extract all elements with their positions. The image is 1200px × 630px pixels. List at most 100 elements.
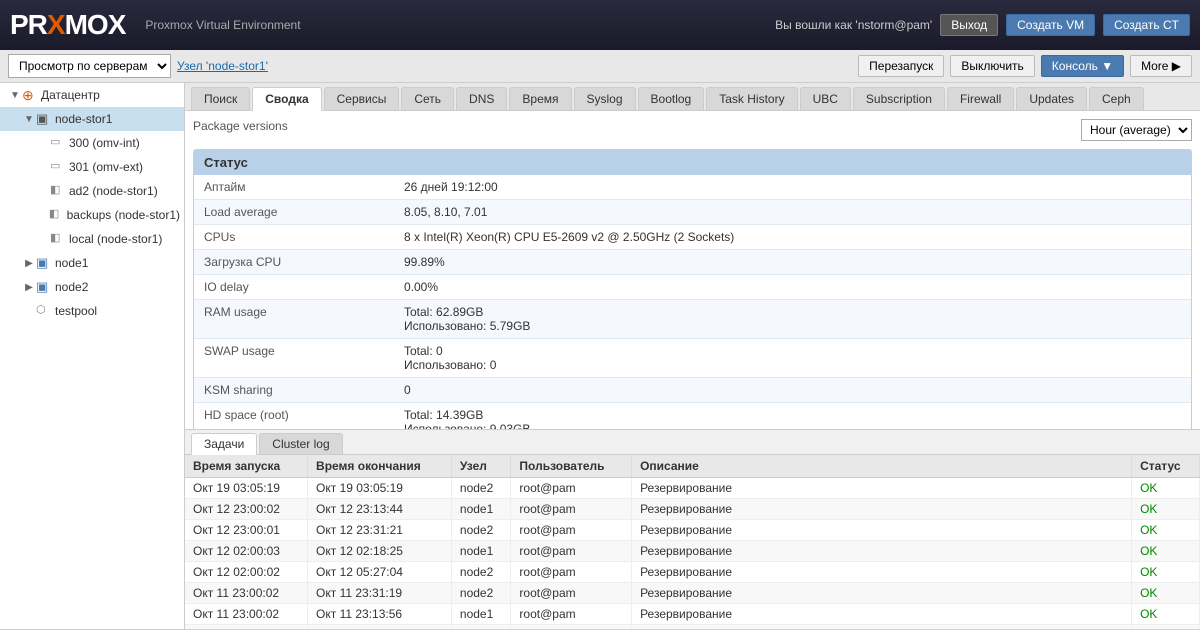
task-cell-desc: Резервирование (632, 583, 1132, 604)
create-vm-button[interactable]: Создать VM (1006, 14, 1095, 36)
task-cell-end: Окт 12 05:27:04 (308, 562, 452, 583)
shutdown-button[interactable]: Выключить (950, 55, 1034, 77)
sidebar-item-local[interactable]: ◧ local (node-stor1) (0, 227, 184, 251)
tab-summary[interactable]: Сводка (252, 87, 321, 111)
node-breadcrumb[interactable]: Узел 'node-stor1' (177, 59, 268, 73)
tab-syslog[interactable]: Syslog (574, 87, 636, 110)
status-row-value: 8 x Intel(R) Xeon(R) CPU E5-2609 v2 @ 2.… (394, 225, 1191, 250)
console-button[interactable]: Консоль ▼ (1041, 55, 1124, 77)
table-row[interactable]: Окт 12 23:00:02Окт 12 23:13:44node1root@… (185, 499, 1200, 520)
hour-select[interactable]: Hour (average) (1081, 119, 1192, 141)
task-cell-status: OK (1132, 625, 1200, 630)
task-cell-desc: Резервирование (632, 541, 1132, 562)
sidebar-item-node1[interactable]: ▶ ▣ node1 (0, 251, 184, 275)
status-row-value: Total: 14.39GB Использовано: 9.03GB (394, 403, 1191, 430)
table-row[interactable]: Окт 11 23:00:02Окт 11 23:13:56node1root@… (185, 604, 1200, 625)
sidebar-item-300[interactable]: ▭ 300 (omv-int) (0, 131, 184, 155)
col-node: Узел (451, 455, 511, 478)
tab-firewall[interactable]: Firewall (947, 87, 1014, 110)
backups-label: backups (node-stor1) (67, 208, 180, 222)
task-cell-user: root@pam (511, 478, 632, 499)
task-cell-user: root@pam (511, 604, 632, 625)
server-icon: ▣ (36, 111, 52, 127)
table-row[interactable]: Окт 12 02:00:02Окт 12 05:27:04node2root@… (185, 562, 1200, 583)
table-row[interactable]: Окт 11 23:00:02Окт 11 23:31:19node2root@… (185, 583, 1200, 604)
server-select[interactable]: Просмотр по серверам (8, 54, 171, 78)
tab-dns[interactable]: DNS (456, 87, 507, 110)
storage-icon: ◧ (50, 231, 66, 247)
testpool-label: testpool (55, 304, 97, 318)
col-start: Время запуска (185, 455, 308, 478)
toggle-icon: ▼ (22, 114, 36, 125)
table-row[interactable]: Окт 19 03:05:19Окт 19 03:05:19node2root@… (185, 478, 1200, 499)
status-row-label: IO delay (194, 275, 394, 300)
task-cell-start: Окт 11 23:00:02 (185, 583, 308, 604)
node1-label: node1 (55, 256, 88, 270)
task-cell-start: Окт 12 23:00:01 (185, 520, 308, 541)
header: PRXMOX Proxmox Virtual Environment Вы во… (0, 0, 1200, 50)
sidebar-item-node2[interactable]: ▶ ▣ node2 (0, 275, 184, 299)
task-cell-end: Окт 12 02:18:25 (308, 541, 452, 562)
task-cell-end: Окт 12 23:13:44 (308, 499, 452, 520)
tab-bar: Поиск Сводка Сервисы Сеть DNS Время Sysl… (185, 83, 1200, 111)
datacenter-icon: ⊕ (22, 87, 38, 103)
tab-task-history[interactable]: Task History (706, 87, 797, 110)
sidebar-item-testpool[interactable]: ⬡ testpool (0, 299, 184, 323)
tab-ceph[interactable]: Ceph (1089, 87, 1144, 110)
create-ct-button[interactable]: Создать CT (1103, 14, 1190, 36)
sidebar-item-datacenter[interactable]: ▼ ⊕ Датацентр (0, 83, 184, 107)
header-user: Вы вошли как 'nstorm@pam' (775, 18, 932, 32)
main: ▼ ⊕ Датацентр ▼ ▣ node-stor1 ▭ 300 (omv-… (0, 83, 1200, 629)
storage-icon: ◧ (50, 183, 66, 199)
task-cell-end: Окт 19 03:05:19 (308, 478, 452, 499)
status-row-label: SWAP usage (194, 339, 394, 378)
bottom-tab-tasks[interactable]: Задачи (191, 433, 257, 455)
bottom-tab-cluster[interactable]: Cluster log (259, 433, 342, 454)
task-cell-node: node2 (451, 583, 511, 604)
vm-icon: ▭ (50, 159, 66, 175)
sidebar-item-301[interactable]: ▭ 301 (omv-ext) (0, 155, 184, 179)
sidebar-item-ad2[interactable]: ◧ ad2 (node-stor1) (0, 179, 184, 203)
task-cell-start: Окт 19 03:05:19 (185, 478, 308, 499)
task-cell-status: OK (1132, 604, 1200, 625)
node-icon: ▣ (36, 255, 52, 271)
ad2-label: ad2 (node-stor1) (69, 184, 158, 198)
task-cell-node: node2 (451, 562, 511, 583)
tab-time[interactable]: Время (509, 87, 571, 110)
task-cell-end: Окт 11 23:13:56 (308, 604, 452, 625)
header-title: Proxmox Virtual Environment (145, 18, 775, 32)
pool-icon: ⬡ (36, 303, 52, 319)
task-cell-status: OK (1132, 583, 1200, 604)
vm-300-label: 300 (omv-int) (69, 136, 140, 150)
task-cell-desc: Резервирование (632, 562, 1132, 583)
tab-ubc[interactable]: UBC (800, 87, 851, 110)
status-row-label: KSM sharing (194, 378, 394, 403)
status-row-value: 0.00% (394, 275, 1191, 300)
status-row-value: 99.89% (394, 250, 1191, 275)
more-button[interactable]: More ▶ (1130, 55, 1192, 77)
status-row-value: Total: 0 Использовано: 0 (394, 339, 1191, 378)
status-row-value: 8.05, 8.10, 7.01 (394, 200, 1191, 225)
table-row[interactable]: Окт 12 02:00:03Окт 12 02:18:25node1root@… (185, 541, 1200, 562)
task-cell-node: node2 (451, 478, 511, 499)
task-cell-end: Окт 11 23:31:19 (308, 583, 452, 604)
tab-network[interactable]: Сеть (401, 87, 454, 110)
node-stor1-label: node-stor1 (55, 112, 112, 126)
sidebar-item-node-stor1[interactable]: ▼ ▣ node-stor1 (0, 107, 184, 131)
tab-search[interactable]: Поиск (191, 87, 250, 110)
sidebar-item-backups[interactable]: ◧ backups (node-stor1) (0, 203, 184, 227)
task-cell-end: Окт 12 23:31:21 (308, 520, 452, 541)
tab-services[interactable]: Сервисы (324, 87, 400, 110)
task-cell-user: root@pam (511, 562, 632, 583)
task-cell-desc: Резервирование (632, 499, 1132, 520)
logout-button[interactable]: Выход (940, 14, 998, 36)
tab-updates[interactable]: Updates (1016, 87, 1087, 110)
task-cell-node: node1 (451, 541, 511, 562)
status-row-label: HD space (root) (194, 403, 394, 430)
restart-button[interactable]: Перезапуск (858, 55, 944, 77)
tab-subscription[interactable]: Subscription (853, 87, 945, 110)
table-row[interactable]: Окт 11 02:00:03Окт 11 02:21:57node1root@… (185, 625, 1200, 630)
table-row[interactable]: Окт 12 23:00:01Окт 12 23:31:21node2root@… (185, 520, 1200, 541)
summary-panel: Package versions Hour (average) Статус А… (185, 111, 1200, 429)
tab-bootlog[interactable]: Bootlog (638, 87, 705, 110)
